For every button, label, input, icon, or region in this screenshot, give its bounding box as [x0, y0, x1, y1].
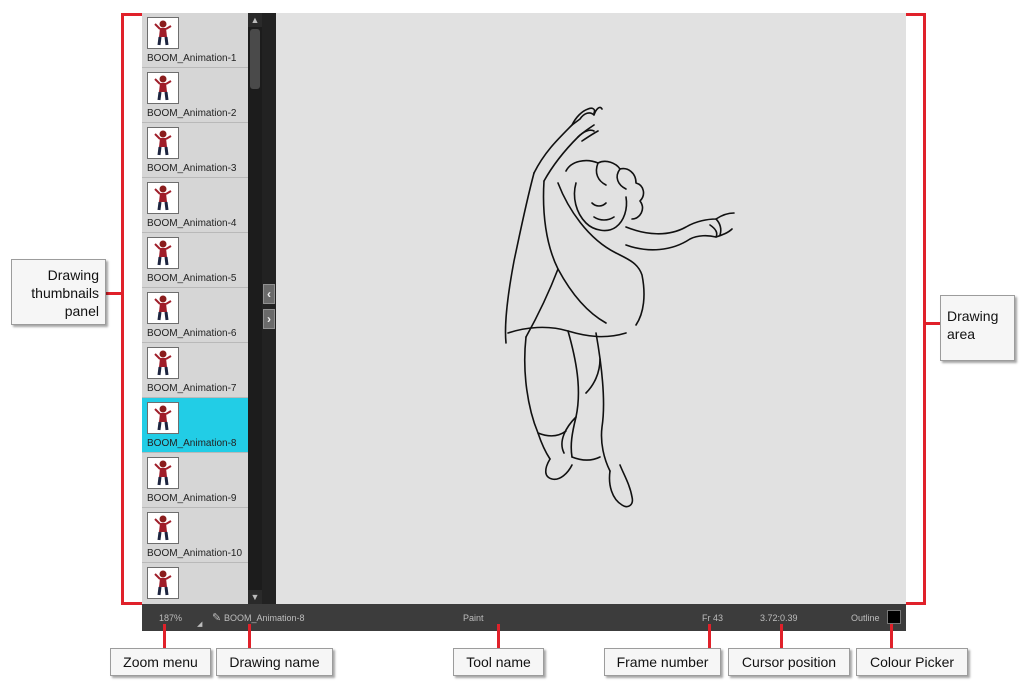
callout-zoom-menu: Zoom menu: [110, 648, 211, 676]
thumbnail-image: [147, 457, 179, 489]
thumbnail-label: BOOM_Animation-2: [147, 108, 237, 119]
thumbnail-image: [147, 182, 179, 214]
thumbnail-label: BOOM_Animation-10: [147, 548, 243, 559]
callout-colour-picker: Colour Picker: [856, 648, 968, 676]
thumbnail-image: [147, 512, 179, 544]
thumbnail-image: [147, 402, 179, 434]
callout-frame-number: Frame number: [604, 648, 721, 676]
thumbnail-label: BOOM_Animation-8: [147, 438, 237, 449]
thumbnail-item[interactable]: [142, 563, 248, 604]
callout-thumbnails-panel: Drawing thumbnails panel: [11, 259, 106, 325]
thumbnail-item[interactable]: BOOM_Animation-6: [142, 288, 248, 343]
colour-mode: Outline: [851, 613, 880, 623]
thumbnail-item[interactable]: BOOM_Animation-5: [142, 233, 248, 288]
thumbnail-image: [147, 567, 179, 599]
drawing-name-pointer: [248, 624, 251, 648]
collapse-panel-chevron-left-icon[interactable]: ‹: [263, 284, 275, 304]
scrollbar-thumb[interactable]: [250, 29, 260, 89]
thumbnails-bracket-link: [106, 292, 122, 295]
panel-splitter[interactable]: ‹ ›: [262, 13, 276, 604]
thumbnail-image: [147, 17, 179, 49]
drawing-area-bracket-bottom: [906, 602, 926, 605]
zoom-menu-pointer: [163, 624, 166, 648]
thumbnail-label: BOOM_Animation-5: [147, 273, 237, 284]
drawing-area-bracket: [923, 13, 926, 605]
callout-drawing-area: Drawing area: [940, 295, 1015, 361]
thumbnails-bracket: [121, 13, 124, 605]
character-drawing: [504, 106, 735, 508]
thumbnail-label: BOOM_Animation-4: [147, 218, 237, 229]
thumbnail-item[interactable]: BOOM_Animation-3: [142, 123, 248, 178]
expand-panel-chevron-right-icon[interactable]: ›: [263, 309, 275, 329]
zoom-menu[interactable]: 187%: [159, 613, 182, 623]
thumbnail-label: BOOM_Animation-3: [147, 163, 237, 174]
thumbnails-panel[interactable]: BOOM_Animation-1 BOOM_Animation-2 BOOM_Ani…: [142, 13, 248, 604]
thumbnail-image: [147, 237, 179, 269]
thumbnail-label: BOOM_Animation-1: [147, 53, 237, 64]
zoom-menu-triangle-icon[interactable]: ◢: [197, 620, 202, 628]
drawing-area-bracket-link: [926, 322, 940, 325]
thumbnails-bracket-top: [121, 13, 142, 16]
thumbnail-image: [147, 72, 179, 104]
thumbnail-image: [147, 347, 179, 379]
thumbnail-image: [147, 292, 179, 324]
callout-cursor-position: Cursor position: [728, 648, 850, 676]
drawing-view: BOOM_Animation-1 BOOM_Animation-2 BOOM_Ani…: [142, 13, 906, 631]
colour-picker-swatch[interactable]: [887, 610, 901, 624]
callout-drawing-name: Drawing name: [216, 648, 333, 676]
thumbnail-image: [147, 127, 179, 159]
colour-picker-pointer: [890, 624, 893, 648]
brush-icon: ✎: [212, 612, 222, 624]
thumbnail-item[interactable]: BOOM_Animation-9: [142, 453, 248, 508]
thumbnail-label: BOOM_Animation-9: [147, 493, 237, 504]
thumbnail-item[interactable]: BOOM_Animation-7: [142, 343, 248, 398]
thumbnails-bracket-bottom: [121, 602, 142, 605]
thumbnail-label: BOOM_Animation-6: [147, 328, 237, 339]
scroll-down-icon[interactable]: ▼: [248, 590, 262, 604]
thumbnail-label: BOOM_Animation-7: [147, 383, 237, 394]
frame-number-pointer: [708, 624, 711, 648]
callout-tool-name: Tool name: [453, 648, 544, 676]
scroll-up-icon[interactable]: ▲: [248, 13, 262, 27]
tool-name-pointer: [497, 624, 500, 648]
thumbnail-item[interactable]: BOOM_Animation-10: [142, 508, 248, 563]
thumbnails-scrollbar[interactable]: ▲ ▼: [248, 13, 262, 604]
cursor-position: 3.72:0.39: [760, 613, 798, 623]
status-bar: 187% ◢ ✎ BOOM_Animation-8 Paint Fr 43 3.…: [142, 604, 906, 631]
drawing-name: BOOM_Animation-8: [224, 613, 305, 623]
thumbnail-item[interactable]: BOOM_Animation-4: [142, 178, 248, 233]
drawing-area[interactable]: [276, 13, 906, 604]
thumbnail-item[interactable]: BOOM_Animation-2: [142, 68, 248, 123]
thumbnail-item[interactable]: BOOM_Animation-8: [142, 398, 248, 453]
cursor-position-pointer: [780, 624, 783, 648]
thumbnail-item[interactable]: BOOM_Animation-1: [142, 13, 248, 68]
drawing-area-bracket-top: [906, 13, 926, 16]
tool-name: Paint: [463, 613, 484, 623]
frame-number: Fr 43: [702, 613, 724, 623]
